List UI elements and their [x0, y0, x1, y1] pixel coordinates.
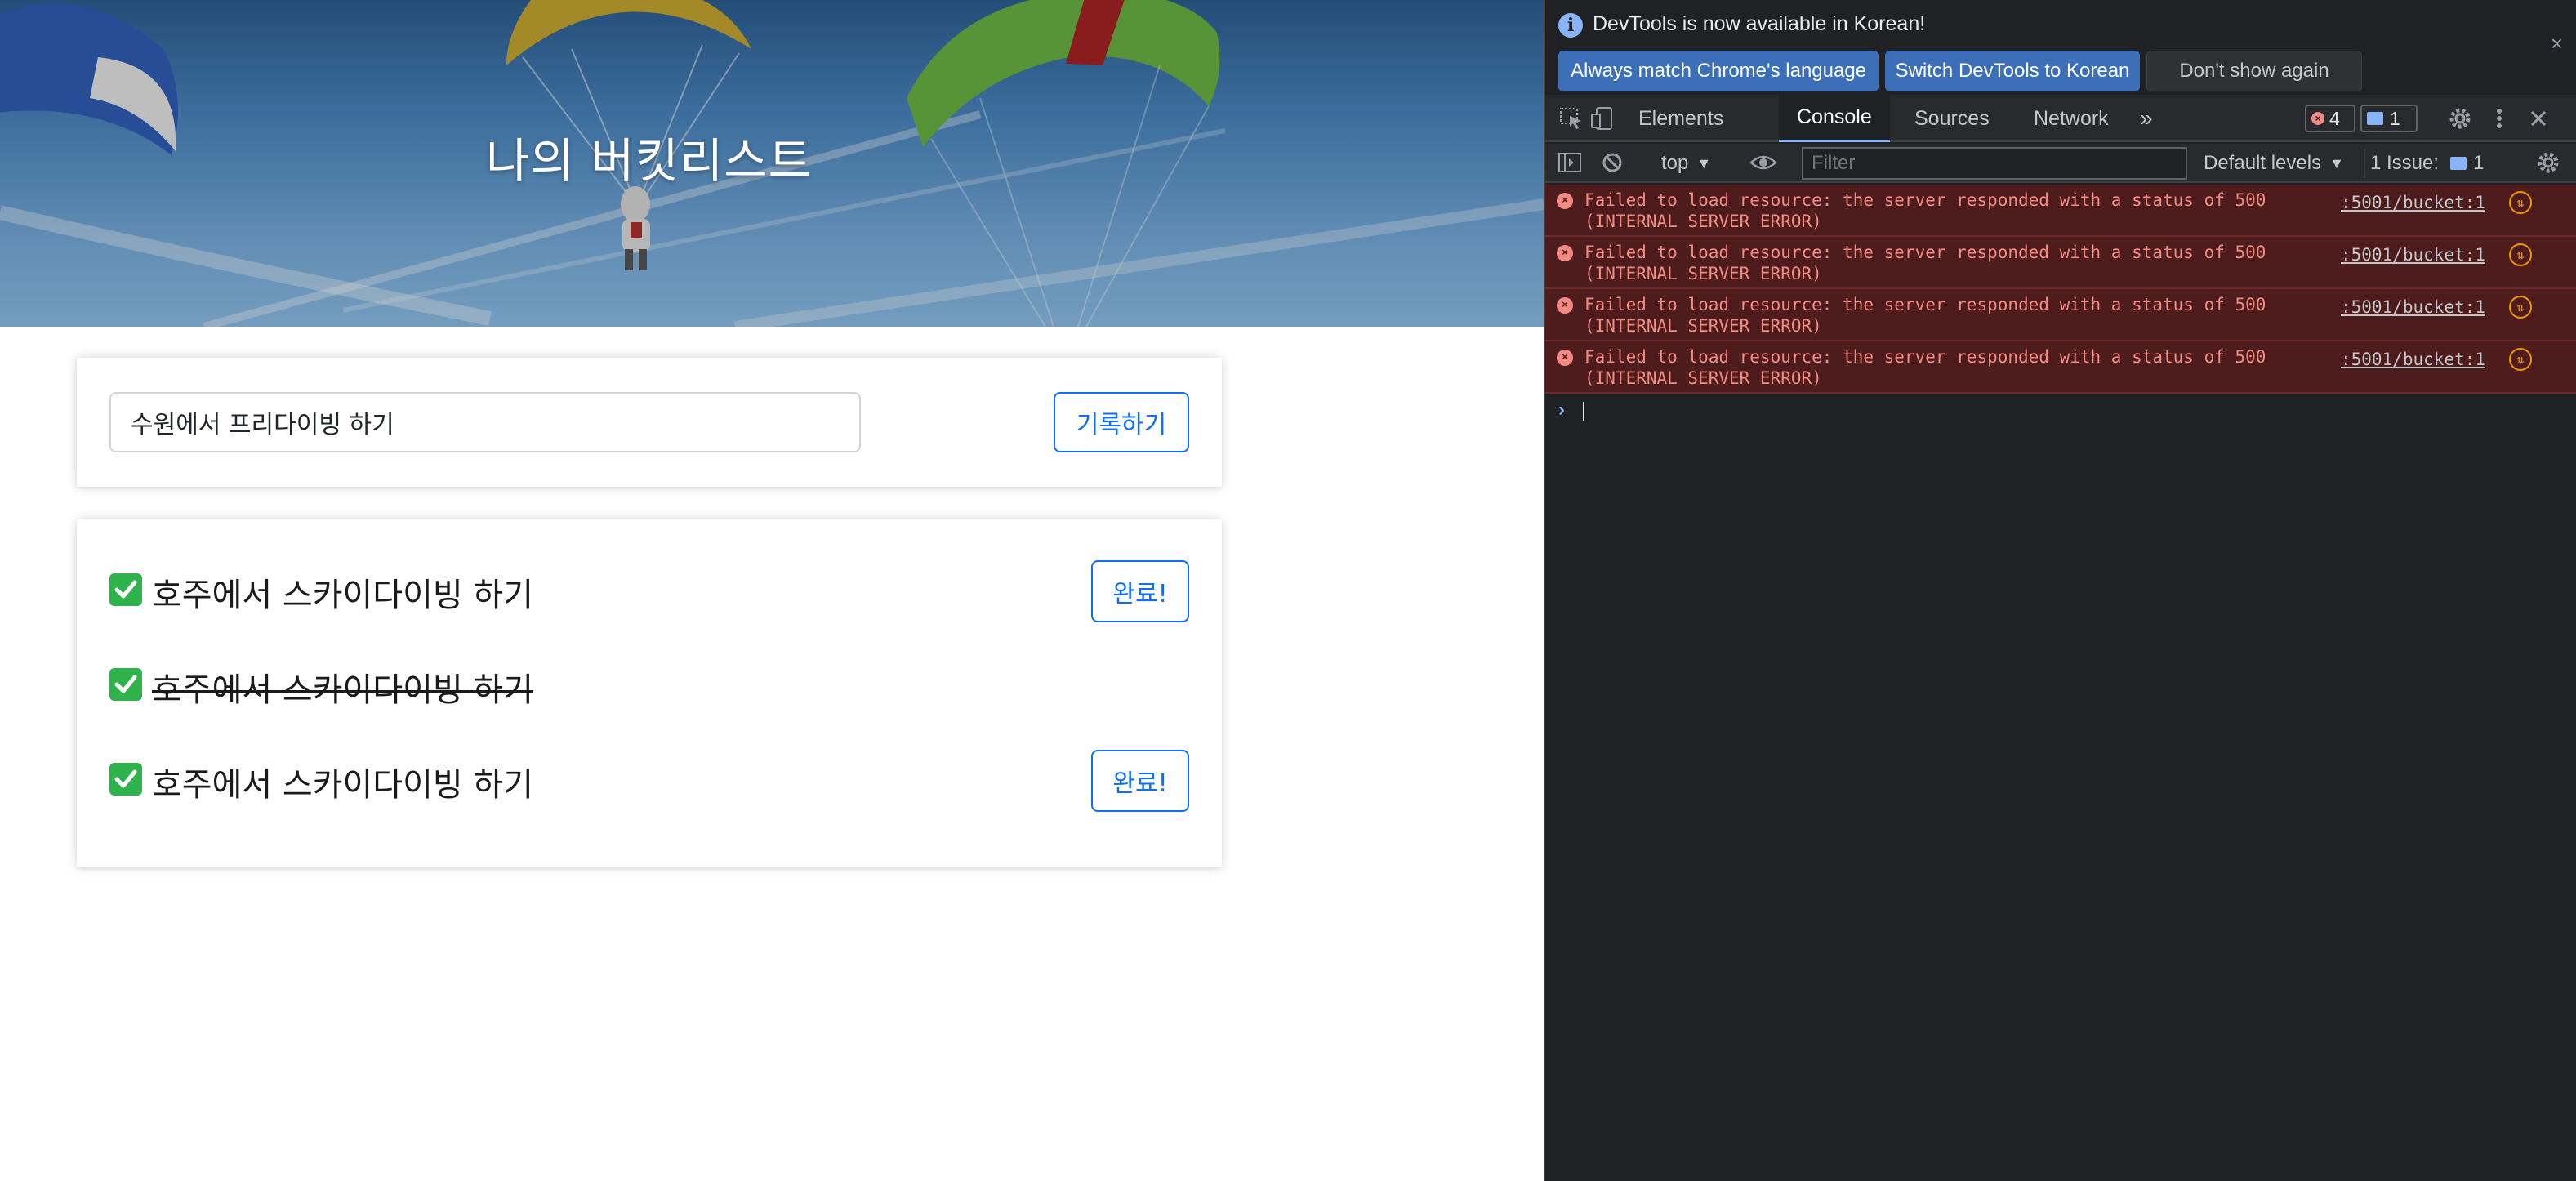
error-text: Failed to load resource: the server resp… — [1584, 295, 2266, 336]
dropdown-arrow-icon: ▼ — [1696, 154, 1712, 172]
source-link[interactable]: :5001/bucket:1 — [2341, 193, 2485, 212]
error-icon: × — [1557, 193, 1573, 209]
source-link[interactable]: :5001/bucket:1 — [2341, 297, 2485, 317]
console-settings-gear-icon[interactable] — [2535, 150, 2561, 175]
complete-button[interactable]: 완료! — [1091, 750, 1189, 812]
list-item: 호주에서 스카이다이빙 하기 완료! — [109, 746, 1189, 812]
close-devtools-icon[interactable] — [2525, 106, 2551, 131]
source-link[interactable]: :5001/bucket:1 — [2341, 350, 2485, 369]
bucket-list-page: 나의 버킷리스트 기록하기 호주에서 스카이다이빙 하기 완료! 호주에서 스카… — [0, 0, 1544, 1181]
error-icon: × — [1557, 245, 1573, 261]
network-request-icon[interactable]: ⇅ — [2509, 243, 2532, 266]
console-error-message: × Failed to load resource: the server re… — [1545, 185, 2576, 237]
devtools-tabbar: Elements Console Sources Network » × 4 1 — [1545, 95, 2576, 142]
bucket-input[interactable] — [109, 392, 861, 452]
check-mark-icon — [109, 573, 142, 606]
network-request-icon[interactable]: ⇅ — [2509, 348, 2532, 371]
error-text: Failed to load resource: the server resp… — [1584, 347, 2266, 388]
record-button[interactable]: 기록하기 — [1054, 392, 1189, 452]
context-select[interactable]: top ▼ — [1661, 149, 1711, 178]
list-item-text-completed: 호주에서 스카이다이빙 하기 — [152, 671, 534, 709]
error-count-badge[interactable]: × 4 — [2305, 105, 2355, 132]
more-tabs-icon[interactable]: » — [2122, 95, 2171, 142]
page-title: 나의 버킷리스트 — [486, 133, 813, 189]
devtools-panel: i DevTools is now available in Korean! ×… — [1544, 0, 2576, 1181]
check-mark-icon — [109, 763, 142, 796]
console-error-message: × Failed to load resource: the server re… — [1545, 237, 2576, 289]
issues-label: 1 Issue: — [2370, 152, 2440, 174]
hero-banner: 나의 버킷리스트 — [0, 0, 1544, 327]
console-output: × Failed to load resource: the server re… — [1545, 185, 2576, 426]
tab-console[interactable]: Console — [1779, 95, 1890, 142]
issue-count: 1 — [2390, 107, 2400, 129]
error-icon: × — [2311, 112, 2324, 125]
prompt-chevron-icon: › — [1558, 399, 1565, 421]
source-link[interactable]: :5001/bucket:1 — [2341, 245, 2485, 265]
message-icon — [2367, 112, 2383, 125]
console-toolbar: top ▼ Default levels ▼ 1 Issue: 1 — [1545, 144, 2576, 183]
log-levels-value: Default levels — [2204, 152, 2322, 174]
message-icon — [2450, 157, 2467, 170]
list-item: 호주에서 스카이다이빙 하기 — [109, 652, 1189, 717]
close-icon[interactable]: × — [2551, 31, 2563, 56]
eye-icon[interactable] — [1749, 150, 1777, 175]
tab-network[interactable]: Network — [2016, 95, 2127, 142]
text-caret — [1583, 402, 1584, 421]
log-levels-select[interactable]: Default levels ▼ — [2204, 149, 2344, 178]
bucket-list-card: 호주에서 스카이다이빙 하기 완료! 호주에서 스카이다이빙 하기 호주에서 스… — [77, 519, 1222, 867]
list-item: 호주에서 스카이다이빙 하기 완료! — [109, 557, 1189, 622]
tab-sources[interactable]: Sources — [1896, 95, 2008, 142]
kebab-menu-icon[interactable] — [2486, 106, 2512, 131]
console-prompt[interactable]: › — [1545, 394, 2576, 426]
switch-to-korean-button[interactable]: Switch DevTools to Korean — [1885, 51, 2140, 91]
console-error-message: × Failed to load resource: the server re… — [1545, 289, 2576, 341]
error-icon: × — [1557, 297, 1573, 314]
info-icon: i — [1558, 13, 1583, 38]
tab-elements[interactable]: Elements — [1620, 95, 1741, 142]
clear-console-icon[interactable] — [1599, 150, 1625, 175]
complete-button[interactable]: 완료! — [1091, 560, 1189, 622]
sidebar-toggle-icon[interactable] — [1557, 150, 1583, 175]
list-item-text: 호주에서 스카이다이빙 하기 — [152, 766, 534, 804]
error-icon: × — [1557, 350, 1573, 366]
context-value: top — [1661, 152, 1689, 174]
error-text: Failed to load resource: the server resp… — [1584, 190, 2266, 231]
issues-counter[interactable]: 1 Issue: 1 — [2364, 149, 2489, 178]
filter-input[interactable] — [1802, 147, 2187, 180]
check-mark-icon — [109, 668, 142, 701]
error-text: Failed to load resource: the server resp… — [1584, 243, 2266, 283]
issues-count: 1 — [2473, 152, 2485, 174]
dont-show-again-button[interactable]: Don't show again — [2146, 51, 2362, 91]
network-request-icon[interactable]: ⇅ — [2509, 191, 2532, 214]
gear-icon[interactable] — [2447, 106, 2473, 131]
dropdown-arrow-icon: ▼ — [2329, 154, 2344, 172]
issue-count-badge[interactable]: 1 — [2360, 105, 2418, 132]
always-match-language-button[interactable]: Always match Chrome's language — [1558, 51, 1879, 91]
language-infobar: i DevTools is now available in Korean! ×… — [1545, 0, 2576, 93]
console-error-message: × Failed to load resource: the server re… — [1545, 341, 2576, 394]
inspect-element-icon[interactable] — [1558, 106, 1584, 131]
input-card: 기록하기 — [77, 358, 1222, 487]
error-count: 4 — [2329, 107, 2340, 129]
list-item-text: 호주에서 스카이다이빙 하기 — [152, 577, 534, 614]
network-request-icon[interactable]: ⇅ — [2509, 296, 2532, 319]
device-toolbar-icon[interactable] — [1589, 106, 1616, 131]
infobar-message: DevTools is now available in Korean! — [1593, 12, 1926, 35]
